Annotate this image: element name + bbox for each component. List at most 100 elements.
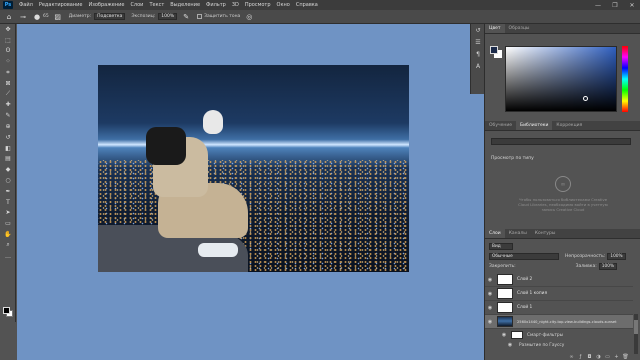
fill-label: Заливка: [575,263,597,269]
layers-scrollbar[interactable] [634,314,638,354]
lasso-tool-icon[interactable]: ʘ [0,46,16,57]
eyedropper-tool-icon[interactable]: ⟋ [0,89,16,100]
color-picker-marker[interactable] [583,96,588,101]
marquee-tool-icon[interactable]: ⬚ [0,35,16,46]
properties-panel-icon[interactable]: ☰ [471,36,485,48]
minimize-button[interactable]: — [590,0,606,10]
dodge-tool-icon[interactable]: ○ [0,175,16,186]
visibility-eye-icon[interactable]: ◉ [485,291,495,297]
history-brush-tool-icon[interactable]: ↺ [0,132,16,143]
layer-row[interactable]: ◉ Слой 2 [485,273,633,287]
layer-row[interactable]: ◉ Слой 1 [485,301,633,315]
opacity-input[interactable]: 100% [607,252,626,260]
maximize-button[interactable]: ❐ [607,0,623,10]
tab-color[interactable]: Цвет [485,24,505,33]
crop-tool-icon[interactable]: ⌗ [0,67,16,78]
tab-channels[interactable]: Каналы [505,229,531,238]
menu-select[interactable]: Выделение [170,2,200,8]
fx-icon[interactable]: ƒ [576,354,585,360]
hand-tool-icon[interactable]: ✋ [0,229,16,240]
menu-type[interactable]: Текст [149,2,164,8]
fill-input[interactable]: 100% [598,262,618,270]
visibility-eye-icon[interactable]: ◉ [485,277,495,283]
filter-mask-thumbnail [511,331,523,339]
dodge-tool-icon[interactable]: ⊸ [18,12,28,22]
link-icon[interactable]: ∞ [567,354,576,360]
menu-file[interactable]: Файл [19,2,33,8]
pen-tool-icon[interactable]: ✒ [0,186,16,197]
layers-scrollbar-thumb[interactable] [634,320,638,334]
person-shoe [198,243,238,257]
layer-kind-filter[interactable]: Вид [489,242,513,250]
gaussian-blur-row[interactable]: ◉ Размытие по Гауссу [505,340,565,350]
library-search-field[interactable] [491,138,631,145]
smart-filters-row[interactable]: ◉ Смарт-фильтры [499,330,563,340]
tab-libraries[interactable]: Библиотеки [516,121,553,130]
visibility-eye-icon[interactable]: ◉ [485,305,495,311]
document-canvas[interactable] [17,24,484,360]
tab-swatches[interactable]: Образцы [505,24,534,33]
clone-tool-icon[interactable]: ⊕ [0,121,16,132]
quick-select-tool-icon[interactable]: ⁘ [0,56,16,67]
brush-settings-icon[interactable]: ▨ [53,12,63,22]
zoom-tool-icon[interactable]: ⌕ [0,240,16,251]
layer-row[interactable]: ◉ Слой 1 копия [485,287,633,301]
path-select-tool-icon[interactable]: ➤ [0,208,16,219]
eraser-tool-icon[interactable]: ◧ [0,143,16,154]
brush-tool-icon[interactable]: ✎ [0,110,16,121]
tab-paths[interactable]: Контуры [531,229,560,238]
layer-thumbnail [497,316,513,327]
color-panel-tabs: Цвет Образцы [485,24,640,34]
photoshop-logo[interactable]: Ps [3,1,13,9]
foreground-color-swatch[interactable] [3,307,10,314]
view-by-type-dropdown[interactable]: Просмотр по типу [491,156,534,161]
layers-footer-icons: ∞ ƒ ◘ ◑ ▭ + 🗑 [567,354,630,360]
layer-row-selected[interactable]: ◉ 2560x1440_night-city-top-view-building… [485,315,633,329]
menu-3d[interactable]: 3D [232,2,239,8]
color-panel: Цвет Образцы [485,24,640,118]
frame-tool-icon[interactable]: ⊠ [0,78,16,89]
menu-image[interactable]: Изображение [88,2,124,8]
panel-foreground-swatch[interactable] [490,46,498,54]
character-panel-icon[interactable]: A [471,60,485,72]
pressure-icon[interactable]: ◎ [244,12,254,22]
visibility-eye-icon[interactable]: ◉ [505,342,515,348]
more-tools-icon[interactable]: … [0,251,16,262]
tab-adjustments[interactable]: Коррекция [552,121,586,130]
menu-help[interactable]: Справка [296,2,318,8]
visibility-eye-icon[interactable]: ◉ [499,332,509,338]
history-panel-icon[interactable]: ↺ [471,24,485,36]
range-select[interactable]: Подсветка [94,13,126,20]
blur-tool-icon[interactable]: ◆ [0,164,16,175]
move-tool-icon[interactable]: ✥ [0,24,16,35]
folder-icon[interactable]: ▭ [603,354,612,360]
menu-edit[interactable]: Редактирование [39,2,83,8]
hue-slider[interactable] [622,46,628,112]
rectangle-tool-icon[interactable]: ▭ [0,218,16,229]
libraries-signin-message: Чтобы пользоваться библиотеками Creative… [518,197,608,212]
menu-window[interactable]: Окно [277,2,290,8]
color-picker-field[interactable] [505,46,617,112]
tab-learn[interactable]: Обучение [485,121,516,130]
brush-preset-icon[interactable]: ● [32,12,42,22]
visibility-eye-icon[interactable]: ◉ [485,319,495,325]
exposure-input[interactable]: 100% [158,13,178,20]
new-layer-icon[interactable]: + [612,354,621,360]
gradient-tool-icon[interactable]: ▤ [0,154,16,165]
menu-filter[interactable]: Фильтр [206,2,226,8]
protect-tones-checkbox[interactable] [197,14,203,19]
blend-mode-select[interactable]: Обычные [489,252,559,260]
home-icon[interactable]: ⌂ [4,12,14,22]
mask-icon[interactable]: ◘ [585,354,594,360]
trash-icon[interactable]: 🗑 [621,354,630,360]
tab-layers[interactable]: Слои [485,229,505,238]
airbrush-icon[interactable]: ✎ [181,12,191,22]
menu-layers[interactable]: Слои [130,2,143,8]
close-button[interactable]: ✕ [624,0,640,10]
adjustment-icon[interactable]: ◑ [594,354,603,360]
paragraph-panel-icon[interactable]: ¶ [471,48,485,60]
healing-tool-icon[interactable]: ✚ [0,100,16,111]
menu-view[interactable]: Просмотр [245,2,271,8]
protect-tones-label: Защитить тона [204,14,241,19]
type-tool-icon[interactable]: T [0,197,16,208]
